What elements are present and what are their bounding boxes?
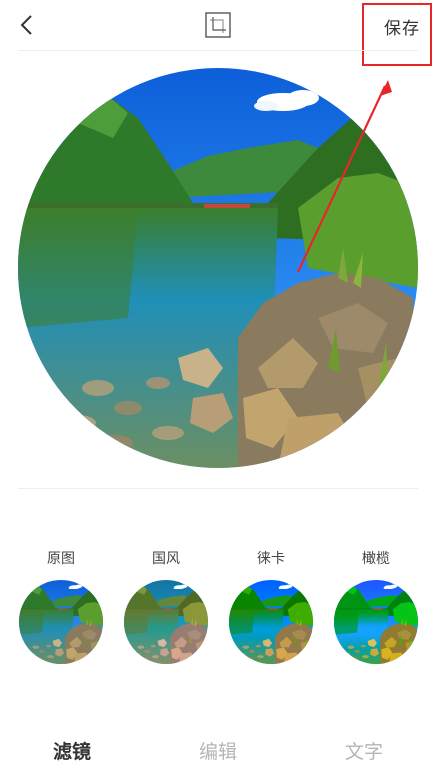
chevron-left-icon: [20, 15, 32, 35]
filter-thumbnail: [229, 580, 313, 664]
filter-thumbnail: [124, 580, 208, 664]
filter-thumbnail: [334, 580, 418, 664]
top-divider: [18, 50, 418, 51]
filter-label: 原图: [47, 551, 75, 567]
tab-edit[interactable]: 编辑: [199, 737, 237, 764]
crop-button[interactable]: [205, 12, 231, 38]
tab-text[interactable]: 文字: [345, 737, 383, 764]
filter-label: 徕卡: [257, 551, 285, 567]
crop-frame-icon: [205, 12, 231, 38]
filter-original[interactable]: 原图: [18, 548, 104, 668]
landscape-image: [18, 68, 418, 468]
filter-leica[interactable]: 徕卡: [228, 548, 314, 668]
image-preview: [18, 68, 418, 468]
filter-label: 国风: [152, 551, 180, 567]
filter-thumbnail: [19, 580, 103, 664]
tab-filter[interactable]: 滤镜: [53, 737, 91, 764]
filter-olive[interactable]: 橄榄: [333, 548, 419, 668]
filter-guofeng[interactable]: 国风: [123, 548, 209, 668]
filter-label: 橄榄: [362, 551, 390, 567]
save-button[interactable]: 保存: [384, 14, 420, 39]
back-button[interactable]: [10, 8, 42, 42]
top-bar: 保存: [0, 0, 437, 50]
mid-divider: [18, 488, 418, 489]
